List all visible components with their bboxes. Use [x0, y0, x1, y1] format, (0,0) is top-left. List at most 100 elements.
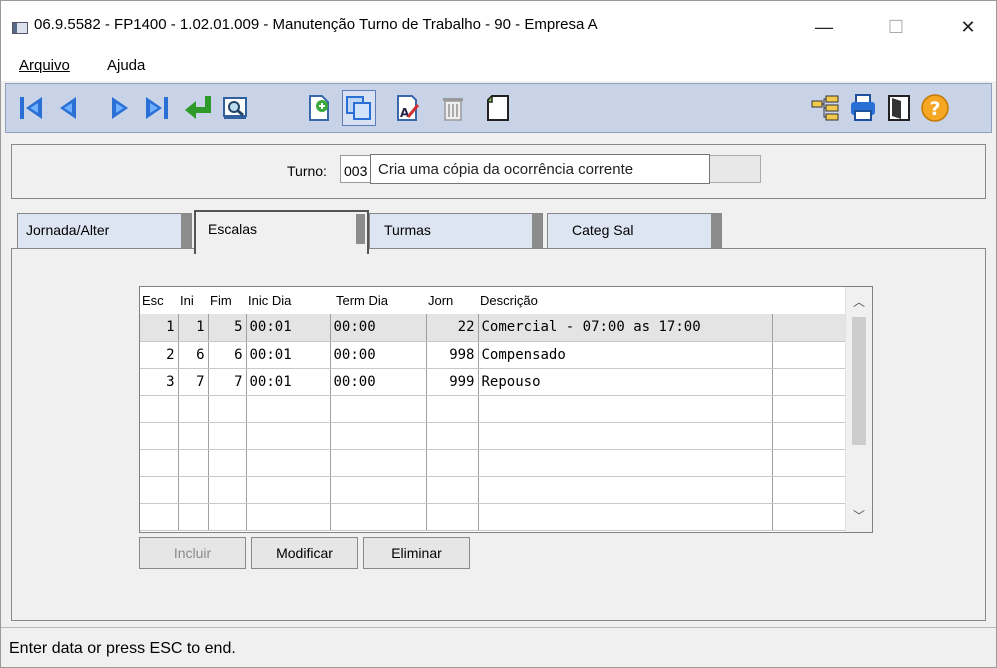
- table-cell[interactable]: [478, 503, 773, 531]
- table-cell[interactable]: [426, 449, 479, 477]
- table-cell[interactable]: [246, 422, 331, 450]
- delete-record-icon[interactable]: [436, 90, 470, 126]
- table-cell[interactable]: [330, 422, 427, 450]
- table-row[interactable]: [140, 503, 848, 531]
- scroll-up-icon[interactable]: ︿: [853, 293, 865, 310]
- table-cell[interactable]: Compensado: [478, 341, 773, 369]
- table-cell[interactable]: [478, 449, 773, 477]
- tree-structure-icon[interactable]: [808, 90, 842, 126]
- incluir-button[interactable]: Incluir: [139, 537, 246, 569]
- table-row[interactable]: [140, 476, 848, 504]
- enter-confirm-icon[interactable]: [182, 90, 216, 126]
- table-cell[interactable]: [178, 395, 209, 423]
- table-cell[interactable]: [772, 422, 848, 450]
- table-cell[interactable]: 6: [178, 341, 209, 369]
- scrollbar-thumb[interactable]: [852, 317, 866, 445]
- edit-record-icon[interactable]: A: [390, 90, 424, 126]
- table-cell[interactable]: 2: [140, 341, 179, 369]
- eliminar-button[interactable]: Eliminar: [363, 537, 470, 569]
- table-cell[interactable]: [478, 422, 773, 450]
- table-cell[interactable]: 998: [426, 341, 479, 369]
- table-cell[interactable]: [246, 449, 331, 477]
- previous-record-icon[interactable]: [52, 90, 86, 126]
- menu-ajuda[interactable]: Ajuda: [107, 57, 145, 74]
- table-cell[interactable]: [426, 422, 479, 450]
- vertical-scrollbar[interactable]: ︿ ﹀: [845, 287, 872, 532]
- table-cell[interactable]: [478, 476, 773, 504]
- table-cell[interactable]: 00:01: [246, 341, 331, 369]
- table-cell[interactable]: [178, 422, 209, 450]
- exit-door-icon[interactable]: [882, 90, 916, 126]
- scroll-down-icon[interactable]: ﹀: [853, 507, 865, 524]
- table-row[interactable]: [140, 395, 848, 423]
- table-row[interactable]: 1 1 5 00:01 00:00 22 Comercial - 07:00 as 17:0…: [140, 314, 848, 342]
- table-cell[interactable]: 3: [140, 368, 179, 396]
- table-cell[interactable]: [208, 395, 247, 423]
- table-cell[interactable]: [426, 476, 479, 504]
- table-cell[interactable]: [772, 368, 848, 396]
- maximize-button[interactable]: ☐: [873, 11, 919, 43]
- copy-record-icon[interactable]: [342, 90, 376, 126]
- table-cell[interactable]: [478, 395, 773, 423]
- table-cell[interactable]: [208, 476, 247, 504]
- table-cell[interactable]: [772, 476, 848, 504]
- table-cell[interactable]: 999: [426, 368, 479, 396]
- header-ini[interactable]: Ini: [178, 287, 208, 314]
- table-cell[interactable]: 00:01: [246, 314, 331, 342]
- table-cell[interactable]: 00:00: [330, 341, 427, 369]
- table-cell[interactable]: [772, 395, 848, 423]
- table-cell[interactable]: [140, 476, 179, 504]
- new-record-icon[interactable]: [302, 90, 336, 126]
- tab-turmas[interactable]: Turmas: [369, 213, 543, 249]
- table-cell[interactable]: [178, 449, 209, 477]
- print-icon[interactable]: [846, 90, 880, 126]
- table-cell[interactable]: 7: [208, 368, 247, 396]
- table-cell[interactable]: [772, 341, 848, 369]
- menu-arquivo[interactable]: Arquivo: [19, 57, 70, 74]
- table-row[interactable]: [140, 422, 848, 450]
- header-inic-dia[interactable]: Inic Dia: [246, 287, 330, 314]
- minimize-button[interactable]: —: [801, 11, 847, 43]
- escalas-grid[interactable]: Esc Ini Fim Inic Dia Term Dia Jorn Descr…: [139, 286, 873, 533]
- tab-escalas[interactable]: Escalas: [194, 210, 369, 254]
- table-cell[interactable]: [246, 395, 331, 423]
- table-row[interactable]: 3 7 7 00:01 00:00 999 Repouso: [140, 368, 848, 396]
- table-cell[interactable]: 22: [426, 314, 479, 342]
- next-record-icon[interactable]: [102, 90, 136, 126]
- table-cell[interactable]: [208, 422, 247, 450]
- table-cell[interactable]: 00:00: [330, 368, 427, 396]
- table-cell[interactable]: [772, 314, 848, 342]
- header-fim[interactable]: Fim: [208, 287, 246, 314]
- modificar-button[interactable]: Modificar: [251, 537, 358, 569]
- table-cell[interactable]: 7: [178, 368, 209, 396]
- table-row[interactable]: 2 6 6 00:01 00:00 998 Compensado: [140, 341, 848, 369]
- table-cell[interactable]: [178, 503, 209, 531]
- tab-categ-sal[interactable]: Categ Sal: [547, 213, 722, 249]
- tab-jornada-alter[interactable]: Jornada/Alter: [17, 213, 192, 249]
- table-cell[interactable]: Repouso: [478, 368, 773, 396]
- table-cell[interactable]: [772, 503, 848, 531]
- table-cell[interactable]: [330, 395, 427, 423]
- table-cell[interactable]: [330, 449, 427, 477]
- table-cell[interactable]: [140, 395, 179, 423]
- table-row[interactable]: [140, 449, 848, 477]
- table-cell[interactable]: Comercial - 07:00 as 17:00: [478, 314, 773, 342]
- table-cell[interactable]: 5: [208, 314, 247, 342]
- table-cell[interactable]: [330, 476, 427, 504]
- table-cell[interactable]: [140, 449, 179, 477]
- table-cell[interactable]: 00:00: [330, 314, 427, 342]
- table-cell[interactable]: 6: [208, 341, 247, 369]
- table-cell[interactable]: [330, 503, 427, 531]
- table-cell[interactable]: [140, 503, 179, 531]
- table-cell[interactable]: [246, 503, 331, 531]
- table-cell[interactable]: [772, 449, 848, 477]
- search-icon[interactable]: [218, 90, 252, 126]
- table-cell[interactable]: [208, 503, 247, 531]
- header-jorn[interactable]: Jorn: [426, 287, 478, 314]
- header-term-dia[interactable]: Term Dia: [330, 287, 426, 314]
- close-button[interactable]: ✕: [945, 11, 991, 43]
- header-descricao[interactable]: Descrição: [478, 287, 772, 314]
- table-cell[interactable]: [426, 395, 479, 423]
- help-icon[interactable]: ?: [918, 90, 952, 126]
- table-cell[interactable]: 1: [178, 314, 209, 342]
